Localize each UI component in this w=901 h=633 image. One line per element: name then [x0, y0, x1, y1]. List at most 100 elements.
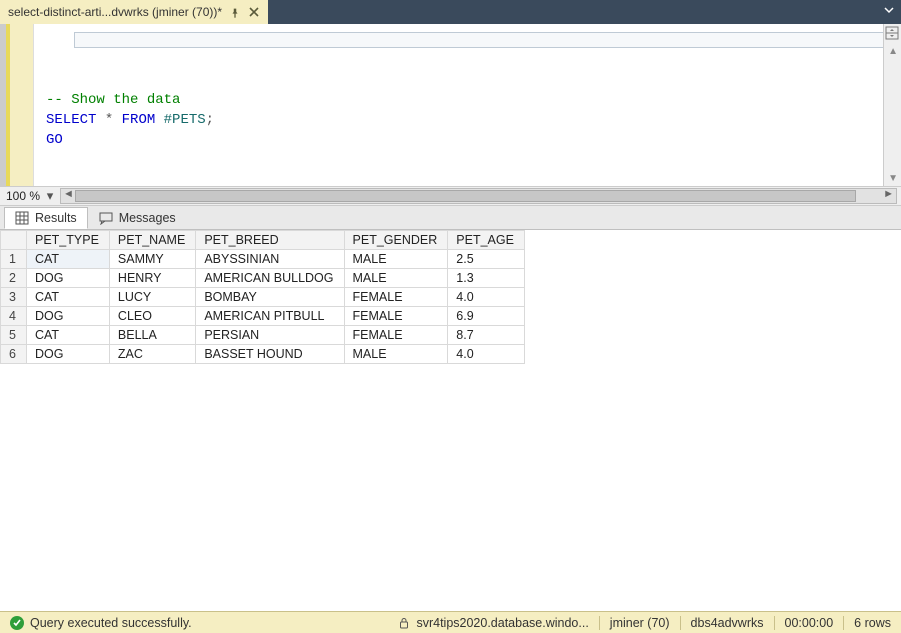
col-header-pet-age[interactable]: PET_AGE: [448, 231, 525, 250]
cell[interactable]: MALE: [344, 269, 448, 288]
row-number[interactable]: 5: [1, 326, 27, 345]
tab-results[interactable]: Results: [4, 207, 88, 229]
row-number[interactable]: 2: [1, 269, 27, 288]
code-star: *: [105, 112, 113, 128]
cell[interactable]: SAMMY: [109, 250, 195, 269]
cell[interactable]: FEMALE: [344, 307, 448, 326]
close-icon[interactable]: [248, 6, 260, 18]
cell[interactable]: LUCY: [109, 288, 195, 307]
cell[interactable]: DOG: [27, 307, 110, 326]
table-row[interactable]: 4 DOG CLEO AMERICAN PITBULL FEMALE 6.9: [1, 307, 525, 326]
sql-editor[interactable]: -- Show the data SELECT * FROM #PETS; GO: [34, 24, 883, 186]
editor-horizontal-scrollbar[interactable]: ◄ ►: [60, 188, 897, 204]
document-tab-title: select-distinct-arti...dvwrks (jminer (7…: [8, 5, 222, 19]
scroll-up-icon[interactable]: ▲: [888, 46, 898, 57]
status-rows: 6 rows: [854, 616, 891, 630]
cell[interactable]: AMERICAN BULLDOG: [196, 269, 344, 288]
scroll-right-icon[interactable]: ►: [883, 188, 894, 200]
cell[interactable]: MALE: [344, 345, 448, 364]
row-number[interactable]: 4: [1, 307, 27, 326]
cell[interactable]: ZAC: [109, 345, 195, 364]
cell[interactable]: BASSET HOUND: [196, 345, 344, 364]
status-elapsed: 00:00:00: [785, 616, 834, 630]
table-row[interactable]: 3 CAT LUCY BOMBAY FEMALE 4.0: [1, 288, 525, 307]
cell[interactable]: FEMALE: [344, 326, 448, 345]
kw-from: FROM: [122, 112, 156, 128]
results-grid: PET_TYPE PET_NAME PET_BREED PET_GENDER P…: [0, 230, 525, 364]
code-semi: ;: [206, 112, 214, 128]
table-row[interactable]: 2 DOG HENRY AMERICAN BULLDOG MALE 1.3: [1, 269, 525, 288]
editor-vertical-scrollbar[interactable]: ▲ ▼: [883, 24, 901, 186]
editor-footer-row: 100 % ▾ ◄ ►: [0, 186, 901, 206]
editor-caret-line: [74, 32, 883, 48]
results-grid-area[interactable]: PET_TYPE PET_NAME PET_BREED PET_GENDER P…: [0, 230, 901, 611]
cell[interactable]: PERSIAN: [196, 326, 344, 345]
row-number[interactable]: 6: [1, 345, 27, 364]
results-tabstrip: Results Messages: [0, 206, 901, 230]
cell[interactable]: 1.3: [448, 269, 525, 288]
zoom-dropdown-icon[interactable]: ▾: [44, 188, 56, 204]
cell[interactable]: CAT: [27, 250, 110, 269]
scroll-down-icon[interactable]: ▼: [888, 173, 898, 184]
cell[interactable]: HENRY: [109, 269, 195, 288]
col-header-pet-gender[interactable]: PET_GENDER: [344, 231, 448, 250]
cell[interactable]: 4.0: [448, 288, 525, 307]
kw-select: SELECT: [46, 112, 96, 128]
row-number[interactable]: 3: [1, 288, 27, 307]
kw-go: GO: [46, 132, 63, 148]
cell[interactable]: 2.5: [448, 250, 525, 269]
cell[interactable]: 4.0: [448, 345, 525, 364]
split-editor-icon[interactable]: [885, 26, 899, 40]
status-db-seg: dbs4advwrks: [681, 612, 774, 633]
sql-editor-pane: -- Show the data SELECT * FROM #PETS; GO…: [0, 24, 901, 186]
status-message: Query executed successfully.: [30, 616, 192, 630]
cell[interactable]: 8.7: [448, 326, 525, 345]
cell[interactable]: CAT: [27, 288, 110, 307]
tab-overflow-dropdown-icon[interactable]: [883, 4, 895, 19]
document-tab[interactable]: select-distinct-arti...dvwrks (jminer (7…: [0, 0, 268, 24]
table-row[interactable]: 1 CAT SAMMY ABYSSINIAN MALE 2.5: [1, 250, 525, 269]
scroll-left-icon[interactable]: ◄: [63, 188, 74, 200]
cell[interactable]: AMERICAN PITBULL: [196, 307, 344, 326]
document-tab-bar: select-distinct-arti...dvwrks (jminer (7…: [0, 0, 901, 24]
status-server: svr4tips2020.database.windo...: [416, 616, 588, 630]
table-row[interactable]: 6 DOG ZAC BASSET HOUND MALE 4.0: [1, 345, 525, 364]
editor-gutter: [6, 24, 34, 186]
cell[interactable]: BELLA: [109, 326, 195, 345]
cell[interactable]: ABYSSINIAN: [196, 250, 344, 269]
cell[interactable]: DOG: [27, 269, 110, 288]
status-rows-seg: 6 rows: [844, 612, 901, 633]
col-header-pet-breed[interactable]: PET_BREED: [196, 231, 344, 250]
cell[interactable]: 6.9: [448, 307, 525, 326]
row-number[interactable]: 1: [1, 250, 27, 269]
cell[interactable]: FEMALE: [344, 288, 448, 307]
success-icon: [10, 616, 24, 630]
grid-icon: [15, 211, 29, 225]
cell[interactable]: DOG: [27, 345, 110, 364]
lock-icon: [398, 617, 410, 629]
status-user: jminer (70): [610, 616, 670, 630]
status-message-seg: Query executed successfully.: [0, 612, 202, 633]
table-row[interactable]: 5 CAT BELLA PERSIAN FEMALE 8.7: [1, 326, 525, 345]
status-server-seg: svr4tips2020.database.windo...: [388, 612, 598, 633]
tab-messages[interactable]: Messages: [88, 207, 187, 229]
zoom-level: 100 %: [0, 189, 44, 203]
cell[interactable]: MALE: [344, 250, 448, 269]
status-elapsed-seg: 00:00:00: [775, 612, 844, 633]
scrollbar-thumb[interactable]: [75, 190, 856, 202]
code-comment: -- Show the data: [46, 92, 180, 108]
status-user-seg: jminer (70): [600, 612, 680, 633]
tab-messages-label: Messages: [119, 211, 176, 225]
cell[interactable]: BOMBAY: [196, 288, 344, 307]
pin-icon[interactable]: [230, 7, 240, 17]
messages-icon: [99, 211, 113, 225]
grid-corner[interactable]: [1, 231, 27, 250]
code-table: #PETS: [164, 112, 206, 128]
grid-body: 1 CAT SAMMY ABYSSINIAN MALE 2.5 2 DOG HE…: [1, 250, 525, 364]
col-header-pet-name[interactable]: PET_NAME: [109, 231, 195, 250]
status-db: dbs4advwrks: [691, 616, 764, 630]
col-header-pet-type[interactable]: PET_TYPE: [27, 231, 110, 250]
status-bar: Query executed successfully. svr4tips202…: [0, 611, 901, 633]
cell[interactable]: CAT: [27, 326, 110, 345]
cell[interactable]: CLEO: [109, 307, 195, 326]
